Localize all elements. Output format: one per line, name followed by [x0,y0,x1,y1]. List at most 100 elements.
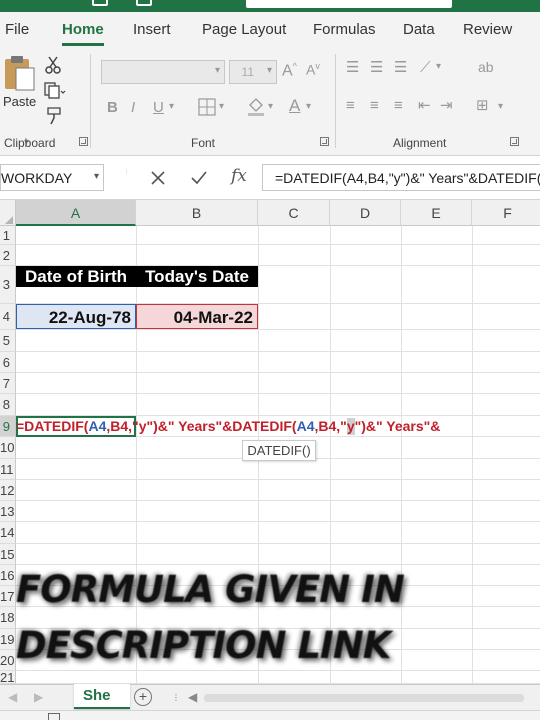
font-launcher-icon[interactable] [320,137,329,146]
row-header-15[interactable]: 15 [0,544,16,565]
tab-insert[interactable]: Insert [133,21,171,38]
tab-home[interactable]: Home [62,21,104,38]
cell-b3[interactable]: Today's Date [136,266,258,287]
formula-input[interactable]: =DATEDIF(A4,B4,"y")&" Years"&DATEDIF(A4,… [262,164,540,191]
italic-button[interactable]: I [131,100,135,115]
fill-color-icon[interactable] [246,96,266,116]
row-header-2[interactable]: 2 [0,245,16,266]
row-header-11[interactable]: 11 [0,459,16,480]
increase-indent-icon[interactable]: ⇥ [440,98,453,113]
hscroll-left-icon[interactable]: ◀ [188,690,197,704]
quick-access-icon[interactable] [92,0,108,6]
row-header-5[interactable]: 5 [0,330,16,352]
row-header-12[interactable]: 12 [0,480,16,501]
cell-a4[interactable]: 22-Aug-78 [16,304,136,329]
grid-column-line [472,226,473,684]
tab-file[interactable]: File [5,21,29,38]
align-bottom-icon[interactable]: ☰ [394,60,407,75]
tab-data[interactable]: Data [403,21,435,38]
row-header-18[interactable]: 18 [0,607,16,629]
row-header-16[interactable]: 16 [0,565,16,586]
scissors-icon[interactable] [45,56,61,74]
align-center-icon[interactable]: ≡ [370,98,379,113]
copy-icon[interactable] [44,82,66,100]
row-header-13[interactable]: 13 [0,501,16,522]
cell-b4[interactable]: 04-Mar-22 [136,304,258,329]
decrease-indent-icon[interactable]: ⇤ [418,98,431,113]
chevron-down-icon[interactable]: ▾ [268,102,273,112]
column-header-b[interactable]: B [136,200,258,226]
chevron-down-icon[interactable]: ▾ [219,102,224,112]
underline-button[interactable]: U [153,100,164,115]
grid-row-line [16,351,540,352]
more-options-icon[interactable]: ⋮ [172,693,180,702]
merge-center-icon[interactable]: ⊞ [476,98,489,113]
font-size-combo[interactable]: 11 ▾ [229,60,277,84]
select-all-button[interactable] [0,200,16,226]
row-header-21[interactable]: 21 [0,671,16,684]
align-top-icon[interactable]: ☰ [346,60,359,75]
row-header-8[interactable]: 8 [0,394,16,416]
quick-access-icon[interactable] [136,0,152,6]
grid-row-line [16,543,540,544]
column-header-d[interactable]: D [330,200,401,226]
grid-row-line [16,372,540,373]
column-header-a[interactable]: A [16,200,136,226]
cell-a3[interactable]: Date of Birth [16,266,136,287]
grid-column-line [330,226,331,684]
fx-icon[interactable]: fx [231,166,247,186]
excel-window: File Home Insert Page Layout Formulas Da… [0,0,540,720]
chevron-down-icon: ▾ [214,65,220,76]
check-icon[interactable] [190,170,208,186]
row-header-1[interactable]: 1 [0,226,16,245]
paste-button[interactable]: Paste [2,54,38,116]
chevron-down-icon[interactable]: ▾ [306,102,311,112]
plus-icon[interactable]: + [134,688,152,706]
tab-page-layout[interactable]: Page Layout [202,21,286,38]
row-header-10[interactable]: 10 [0,437,16,459]
in-cell-formula: =DATEDIF(A4,B4,"y")&" Years"&DATEDIF(A4,… [16,418,440,435]
paintbrush-icon[interactable] [45,106,63,126]
scroll-right-icon[interactable]: ▶ [34,690,43,704]
font-color-icon[interactable]: A [289,97,300,114]
active-tab-indicator [62,43,104,46]
scroll-left-icon[interactable]: ◀ [8,690,17,704]
search-box[interactable] [246,0,452,8]
row-header-7[interactable]: 7 [0,373,16,394]
align-left-icon[interactable]: ≡ [346,98,355,113]
chevron-down-icon[interactable]: ▾ [498,102,503,112]
row-header-14[interactable]: 14 [0,522,16,544]
row-header-19[interactable]: 19 [0,629,16,650]
name-box[interactable]: WORKDAY ▾ [0,164,104,191]
increase-font-icon[interactable]: A^ [282,62,297,79]
decrease-font-icon[interactable]: Av [306,62,320,77]
align-middle-icon[interactable]: ☰ [370,60,383,75]
sheet-tab-active[interactable]: She [74,684,130,709]
column-header-f[interactable]: F [472,200,540,226]
bold-button[interactable]: B [107,100,118,115]
align-right-icon[interactable]: ≡ [394,98,403,113]
row-header-6[interactable]: 6 [0,352,16,373]
cross-icon[interactable] [150,170,166,186]
tab-review[interactable]: Review [463,21,512,38]
group-separator [335,54,336,148]
row-header-20[interactable]: 20 [0,650,16,671]
borders-icon[interactable] [198,98,216,116]
chevron-down-icon[interactable]: ▾ [436,62,441,72]
group-separator [90,54,91,148]
row-header-4[interactable]: 4 [0,304,16,330]
row-header-17[interactable]: 17 [0,586,16,607]
column-header-c[interactable]: C [258,200,330,226]
clipboard-launcher-icon[interactable] [79,137,88,146]
font-name-combo[interactable]: ▾ [101,60,225,84]
function-tooltip[interactable]: DATEDIF() [242,440,316,461]
column-header-e[interactable]: E [401,200,472,226]
tab-formulas[interactable]: Formulas [313,21,376,38]
orientation-icon[interactable]: ⟋ [420,60,431,75]
horizontal-scrollbar[interactable] [204,694,524,702]
chevron-down-icon[interactable]: ▾ [169,102,174,112]
alignment-launcher-icon[interactable] [510,137,519,146]
wrap-text-icon[interactable]: ab [478,60,494,74]
row-header-3[interactable]: 3 [0,266,16,304]
row-header-9[interactable]: 9 [0,416,16,437]
